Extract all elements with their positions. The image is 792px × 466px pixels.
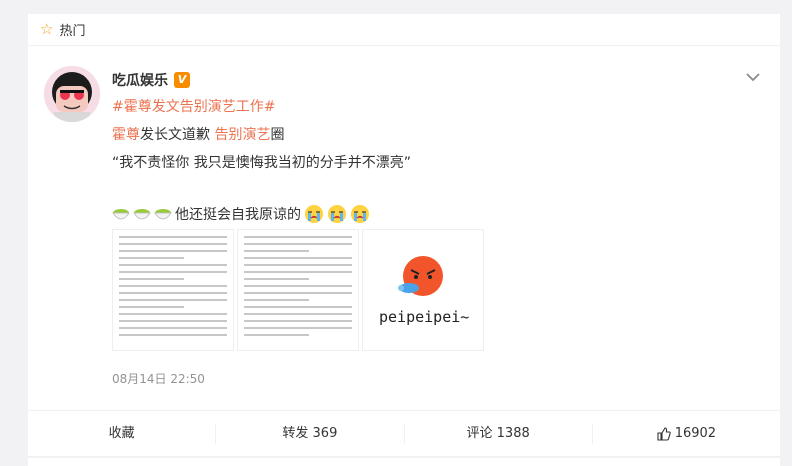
- hashtag-link[interactable]: #霍尊发文告别演艺工作#: [112, 99, 275, 115]
- image3-caption: peipeipei~: [379, 308, 470, 326]
- verified-icon: V: [174, 72, 190, 88]
- hot-label: 热门: [59, 24, 86, 39]
- repost-button[interactable]: 转发 369: [216, 423, 405, 444]
- line2-middle: 发长文道歉: [140, 127, 215, 143]
- gallery-image-3[interactable]: peipeipei~: [362, 229, 484, 351]
- username-text[interactable]: 吃瓜娱乐: [112, 70, 168, 90]
- next-card-edge: [28, 458, 780, 466]
- star-icon: ☆: [40, 20, 54, 38]
- crying-emoji-icon: [328, 205, 346, 223]
- hashtag-line: #霍尊发文告别演艺工作#: [112, 96, 275, 116]
- gallery-image-2[interactable]: [237, 229, 359, 351]
- person-link[interactable]: 霍尊: [112, 127, 140, 143]
- post-line-2: 霍尊发长文道歉 告别演艺圈: [112, 124, 284, 144]
- post-timestamp[interactable]: 08月14日 22:50: [112, 370, 205, 387]
- username[interactable]: 吃瓜娱乐 V: [112, 70, 190, 90]
- favorite-label: 收藏: [108, 425, 135, 441]
- like-button[interactable]: 16902: [593, 424, 780, 444]
- image-gallery: peipeipei~: [112, 229, 484, 351]
- weibo-post-card: 吃瓜娱乐 V #霍尊发文告别演艺工作# 霍尊发长文道歉 告别演艺圈 “我不责怪你…: [28, 46, 780, 456]
- gallery-image-1[interactable]: [112, 229, 234, 351]
- avatar-image: [44, 66, 100, 122]
- bowl-emoji-icon: [133, 209, 151, 220]
- comment-label: 评论 1388: [466, 425, 530, 441]
- comment-button[interactable]: 评论 1388: [405, 423, 593, 444]
- action-bar: 收藏 转发 369 评论 1388 16902: [28, 410, 780, 456]
- like-count: 16902: [674, 425, 717, 441]
- topic-link[interactable]: 告别演艺: [214, 127, 270, 143]
- post-line-3: “我不责怪你 我只是懊悔我当初的分手并不漂亮”: [112, 155, 411, 171]
- bowl-emoji-icon: [112, 209, 130, 220]
- favorite-button[interactable]: 收藏: [28, 423, 217, 444]
- bowl-emoji-icon: [154, 209, 172, 220]
- thumbs-up-icon: [657, 426, 671, 441]
- hot-section-header: ☆ 热门: [28, 14, 780, 46]
- line2-suffix: 圈: [270, 127, 285, 143]
- line4-text: 他还挺会自我原谅的: [175, 207, 301, 223]
- avatar[interactable]: [44, 66, 100, 122]
- chevron-down-icon[interactable]: [744, 68, 762, 86]
- post-line-4: 他还挺会自我原谅的: [112, 204, 370, 224]
- crying-emoji-icon: [305, 205, 323, 223]
- repost-label: 转发 369: [282, 425, 338, 441]
- angry-emoji-icon: [398, 256, 443, 296]
- crying-emoji-icon: [351, 205, 369, 223]
